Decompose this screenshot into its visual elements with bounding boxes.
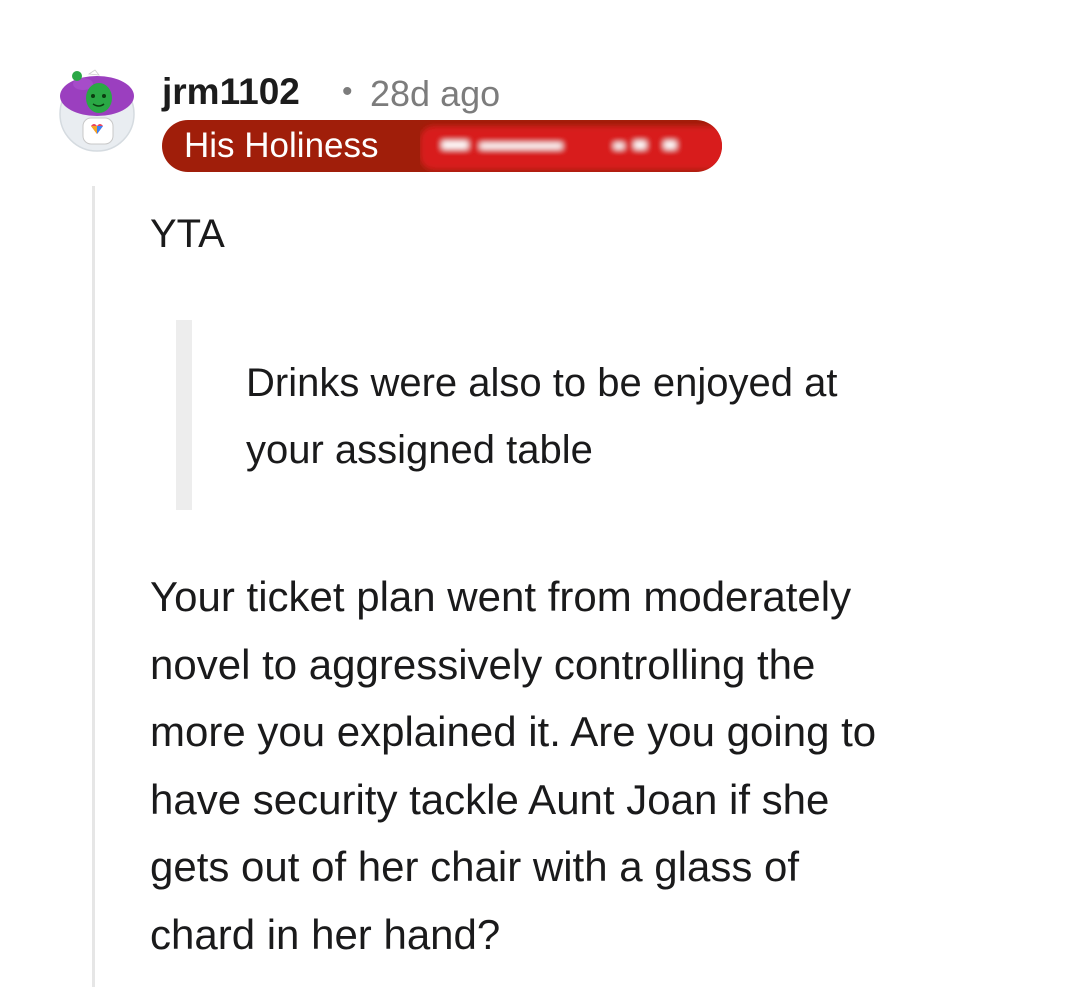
comment-body: Your ticket plan went from moderately no… [150,563,1010,968]
user-flair: His Holiness [162,120,722,172]
snoo-avatar-icon [59,69,135,152]
meta-separator: • [342,75,353,108]
comment-verdict: YTA [150,212,225,256]
comment-body-line: have security tackle Aunt Joan if she [150,775,830,823]
comment-author[interactable]: jrm1102 [162,70,300,114]
blockquote-line: Drinks were also to be enjoyed at [246,361,838,405]
comment-body-line: gets out of her chair with a glass of [150,843,800,890]
comment-timestamp[interactable]: 28d ago [370,72,500,116]
comment-thread-line[interactable] [92,186,95,987]
comment-body-line: Your ticket plan went from moderately [150,573,852,620]
user-avatar[interactable] [55,68,139,152]
comment-body-line: novel to aggressively controlling the [150,640,816,688]
blockquote-line: your assigned table [246,428,593,472]
flair-redaction [420,126,722,170]
comment-body-line: chard in her hand? [150,910,501,958]
blockquote: Drinks were also to be enjoyed at your a… [246,350,1006,484]
comment-body-line: more you explained it. Are you going to [150,708,877,755]
blockquote-bar [176,320,192,510]
user-flair-text: His Holiness [184,126,379,165]
